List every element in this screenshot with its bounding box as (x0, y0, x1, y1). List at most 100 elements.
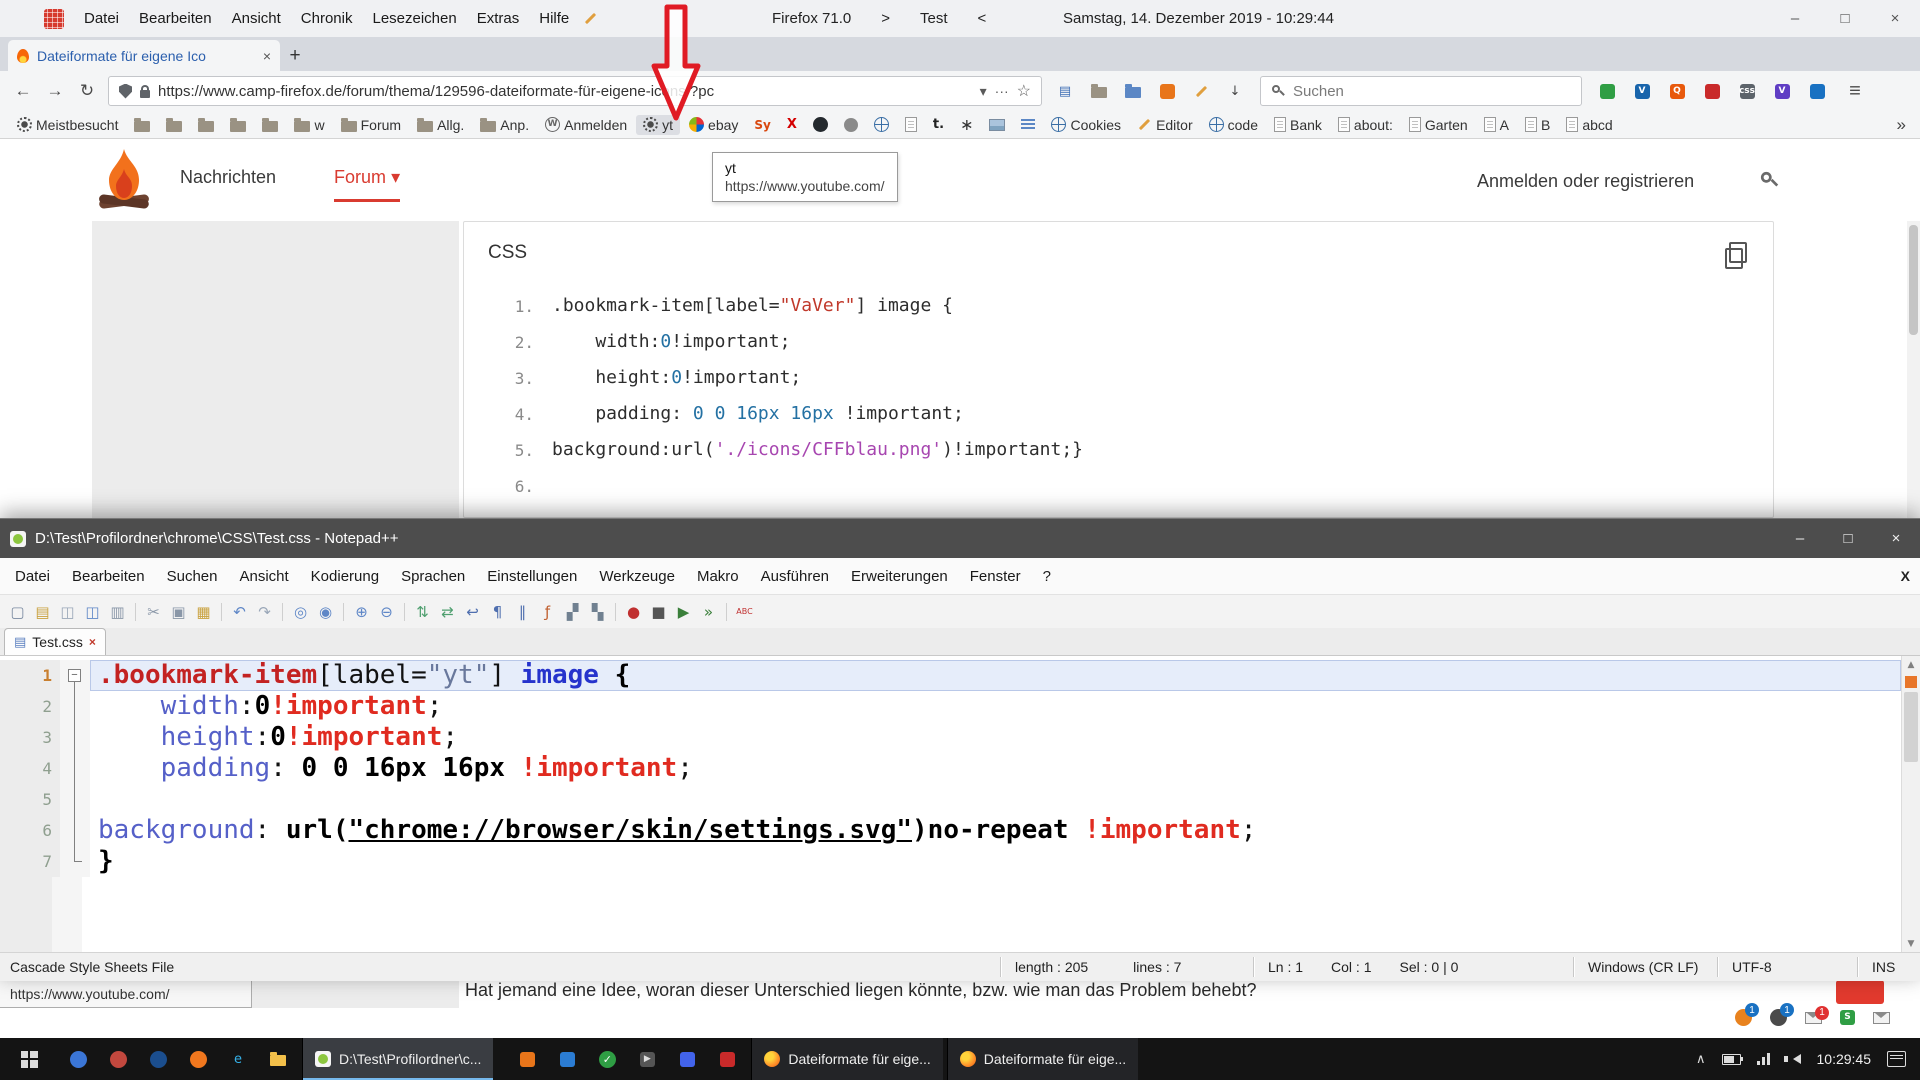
network-icon[interactable] (1757, 1053, 1772, 1065)
save-icon[interactable]: ◫ (56, 600, 79, 623)
browser-scrollbar[interactable] (1907, 221, 1920, 518)
fold-margin-icon[interactable] (60, 846, 90, 877)
npp-menu-item-suchen[interactable]: Suchen (156, 568, 229, 585)
npp-menu-item-sprachen[interactable]: Sprachen (390, 568, 476, 585)
npp-menu-item-werkzeuge[interactable]: Werkzeuge (588, 568, 686, 585)
npp-menu-item-datei[interactable]: Datei (4, 568, 61, 585)
scroll-down-icon[interactable]: ▼ (1902, 935, 1920, 952)
close-button[interactable]: × (1870, 0, 1920, 37)
bookmark-item[interactable]: abcd (1559, 115, 1619, 135)
editor-line[interactable]: 6background: url("chrome://browser/skin/… (0, 815, 1920, 846)
sync-app-icon[interactable]: S (1840, 1010, 1855, 1025)
bookmark-item[interactable]: Anmelden (538, 115, 634, 135)
bookmark-item[interactable] (837, 116, 865, 134)
notepadpp-titlebar[interactable]: D:\Test\Profilordner\chrome\CSS\Test.css… (0, 519, 1920, 558)
ext-css-icon-button[interactable]: css (1732, 76, 1762, 106)
npp-menu-item-einstellungen[interactable]: Einstellungen (476, 568, 588, 585)
bookmark-item[interactable] (127, 116, 157, 134)
menu-item-extras[interactable]: Extras (467, 10, 530, 27)
update-notification-icon[interactable]: 1 (1735, 1009, 1752, 1026)
zoom-in-icon[interactable]: ⊕ (350, 600, 373, 623)
app-icon-2[interactable] (98, 1038, 138, 1080)
bookmark-item[interactable]: Editor (1130, 115, 1200, 135)
npp-menu-item-makro[interactable]: Makro (686, 568, 750, 585)
bookmark-item[interactable]: Cookies (1044, 115, 1128, 135)
spell-check-icon[interactable]: ABC (733, 600, 756, 623)
volume-icon[interactable] (1788, 1054, 1801, 1064)
npp-menu-item-bearbeiten[interactable]: Bearbeiten (61, 568, 156, 585)
editor-line[interactable]: 1.bookmark-item[label="yt"] image { (0, 660, 1920, 691)
copy-icon[interactable] (1729, 242, 1747, 263)
find-icon[interactable]: ◎ (289, 600, 312, 623)
bookmark-star-icon[interactable]: ☆ (1017, 81, 1031, 101)
copy-icon[interactable]: ▣ (167, 600, 190, 623)
app-icon-6[interactable]: ▶ (627, 1038, 667, 1080)
bookmark-item[interactable] (867, 115, 896, 134)
file-explorer-icon[interactable] (258, 1038, 298, 1080)
fold-margin-icon[interactable] (60, 660, 90, 691)
new-file-icon[interactable]: ▢ (6, 600, 29, 623)
minimize-button[interactable]: – (1770, 0, 1820, 37)
taskbar-task[interactable]: Dateiformate für eige... (947, 1038, 1138, 1080)
ext-red-icon-button[interactable] (1697, 76, 1727, 106)
bookmark-item[interactable]: Allg. (410, 115, 471, 135)
scrollbar-thumb[interactable] (1904, 692, 1918, 762)
editor-scrollbar[interactable]: ▲ ▼ (1901, 656, 1920, 952)
menu-item-chronik[interactable]: Chronik (291, 10, 363, 27)
fold-margin-icon[interactable] (60, 722, 90, 753)
battery-icon[interactable] (1722, 1054, 1741, 1065)
scroll-up-icon[interactable]: ▲ (1902, 656, 1920, 673)
taskbar-task[interactable]: D:\Test\Profilordner\c... (302, 1038, 493, 1080)
redo-icon[interactable]: ↷ (253, 600, 276, 623)
bookmark-item[interactable] (1014, 117, 1042, 133)
editor-line[interactable]: 2 width:0!important; (0, 691, 1920, 722)
editor-line[interactable]: 5 (0, 784, 1920, 815)
red-grid-icon[interactable] (44, 9, 64, 29)
firefox-icon[interactable] (178, 1038, 218, 1080)
bookmark-item[interactable] (780, 116, 804, 133)
forum-search-icon[interactable] (1760, 171, 1779, 190)
show-all-characters-icon[interactable]: ¶ (486, 600, 509, 623)
download-icon-button[interactable]: ↓ (1220, 76, 1250, 106)
npp-maximize-button[interactable]: □ (1824, 519, 1872, 558)
login-link[interactable]: Anmelden oder registrieren (1477, 171, 1694, 192)
bookmark-item[interactable] (255, 116, 285, 134)
mail-notification-icon[interactable]: 1 (1805, 1012, 1822, 1024)
run-macro-icon[interactable]: » (697, 600, 720, 623)
editor-line[interactable]: 3 height:0!important; (0, 722, 1920, 753)
bookmark-item[interactable] (223, 116, 253, 134)
editor-line[interactable]: 4 padding: 0 0 16px 16px !important; (0, 753, 1920, 784)
document-map-icon[interactable]: ▞ (561, 600, 584, 623)
new-tab-button[interactable]: + (280, 40, 310, 71)
bookmark-item[interactable] (926, 116, 951, 133)
bookmark-item[interactable] (747, 117, 777, 133)
browser-tab[interactable]: Dateiformate für eigene Ico × (8, 40, 280, 71)
menu-item-hilfe[interactable]: Hilfe (529, 10, 579, 27)
zoom-out-icon[interactable]: ⊖ (375, 600, 398, 623)
fold-margin-icon[interactable] (60, 753, 90, 784)
npp-menu-item-kodierung[interactable]: Kodierung (300, 568, 390, 585)
menu-button[interactable]: ≡ (1840, 76, 1870, 106)
action-center-icon[interactable] (1887, 1051, 1906, 1067)
sync-folder-icon-button[interactable] (1118, 76, 1148, 106)
editor-tab[interactable]: ▤ Test.css × (4, 628, 106, 655)
menu-item-ansicht[interactable]: Ansicht (222, 10, 291, 27)
npp-minimize-button[interactable]: – (1776, 519, 1824, 558)
page-actions-icon[interactable]: ··· (995, 83, 1009, 99)
npp-menu-item-ausführen[interactable]: Ausführen (750, 568, 840, 585)
bookmark-item[interactable]: w (287, 115, 331, 135)
npp-menu-item-fenster[interactable]: Fenster (959, 568, 1032, 585)
urlbar[interactable]: https://www.camp-firefox.de/forum/thema/… (108, 76, 1042, 106)
taskbar-clock[interactable]: 10:29:45 (1817, 1051, 1872, 1067)
editor-line[interactable]: 7} (0, 846, 1920, 877)
bookmark-item[interactable] (191, 116, 221, 134)
forward-button[interactable]: → (40, 76, 70, 106)
menu-item-bearbeiten[interactable]: Bearbeiten (129, 10, 222, 27)
addon-notification-icon[interactable]: 1 (1770, 1009, 1787, 1026)
tray-expand-icon[interactable]: ∧ (1696, 1052, 1706, 1067)
bookmarks-folder-icon-button[interactable] (1084, 76, 1114, 106)
nav-nachrichten[interactable]: Nachrichten (180, 167, 276, 188)
npp-close-button[interactable]: × (1872, 519, 1920, 558)
tab-close-button[interactable]: × (263, 48, 271, 64)
nav-forum[interactable]: Forum ▾ (334, 167, 400, 188)
